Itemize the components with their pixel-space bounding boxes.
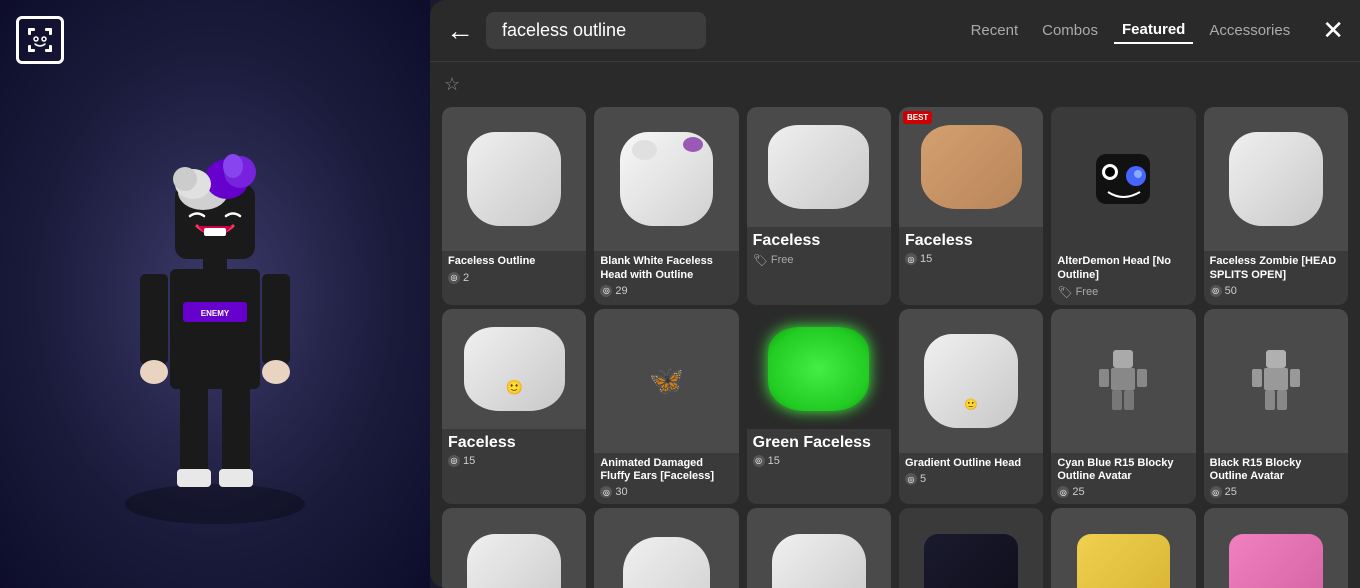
robux-icon: ◎ bbox=[753, 455, 765, 467]
robux-icon: ◎ bbox=[1210, 486, 1222, 498]
character-svg: ENEMY bbox=[85, 54, 345, 534]
item-row3-1[interactable]: 🙂 bbox=[442, 508, 586, 588]
star-button[interactable]: ☆ bbox=[442, 74, 460, 99]
item-gradient-outline[interactable]: 🙂 Gradient Outline Head ◎ 5 bbox=[899, 309, 1043, 505]
item-name: Gradient Outline Head bbox=[905, 457, 1037, 470]
item-green-faceless[interactable]: Green Faceless ◎ 15 bbox=[747, 309, 891, 505]
item-price: ◎ 25 bbox=[1057, 486, 1189, 498]
item-faceless-outline[interactable]: Faceless Outline ◎ 2 bbox=[442, 107, 586, 305]
face-scan-icon[interactable] bbox=[16, 16, 64, 64]
items-grid-row1: Faceless Outline ◎ 2 Blank White Facel bbox=[442, 107, 1348, 305]
item-row3-3[interactable]: 🙂 bbox=[747, 508, 891, 588]
item-price: ◎ 15 bbox=[905, 253, 1037, 265]
items-grid-row3: 🙂 🙂 bbox=[442, 508, 1348, 588]
items-grid-row2: 🙂 Faceless ◎ 15 🦋 bbox=[442, 309, 1348, 505]
robux-icon: ◎ bbox=[448, 455, 460, 467]
items-content: ☆ Faceless Outline ◎ 2 bbox=[430, 62, 1360, 588]
item-name: Faceless Zombie [HEAD SPLITS OPEN] bbox=[1210, 255, 1342, 281]
tab-featured[interactable]: Featured bbox=[1114, 17, 1193, 44]
character-panel: ENEMY bbox=[0, 0, 430, 588]
item-price: ◎ 25 bbox=[1210, 486, 1342, 498]
item-faceless-free[interactable]: Faceless 🏷 Free bbox=[747, 107, 891, 305]
tab-combos[interactable]: Combos bbox=[1034, 18, 1106, 43]
item-price: 🏷 Free bbox=[753, 253, 885, 267]
item-name: Faceless bbox=[448, 433, 580, 452]
search-bar[interactable]: faceless outline bbox=[486, 12, 706, 49]
robux-icon: ◎ bbox=[600, 285, 612, 297]
item-name: Cyan Blue R15 Blocky Outline Avatar bbox=[1057, 457, 1189, 483]
robux-icon: ◎ bbox=[905, 473, 917, 485]
close-button[interactable]: ✕ bbox=[1322, 15, 1344, 46]
item-black-blocky-avatar[interactable]: Black R15 Blocky Outline Avatar ◎ 25 bbox=[1204, 309, 1348, 505]
robux-icon: ◎ bbox=[1210, 285, 1222, 297]
item-faceless-015[interactable]: 🙂 Faceless ◎ 15 bbox=[442, 309, 586, 505]
robux-icon: ◎ bbox=[448, 272, 460, 284]
item-price: ◎ 5 bbox=[905, 473, 1037, 485]
marketplace-header: ← faceless outline Recent Combos Feature… bbox=[430, 0, 1360, 62]
item-price: ◎ 15 bbox=[753, 455, 885, 467]
item-fluffy-ears[interactable]: 🦋 Animated Damaged Fluffy Ears [Faceless… bbox=[594, 309, 738, 505]
item-cyan-blocky-avatar[interactable]: Cyan Blue R15 Blocky Outline Avatar ◎ 25 bbox=[1051, 309, 1195, 505]
item-price: 🏷 Free bbox=[1057, 285, 1189, 299]
tag-icon: 🏷 bbox=[753, 253, 768, 267]
item-row3-6[interactable] bbox=[1204, 508, 1348, 588]
robux-icon: ◎ bbox=[1057, 486, 1069, 498]
back-button[interactable]: ← bbox=[446, 17, 474, 45]
item-name: Black R15 Blocky Outline Avatar bbox=[1210, 457, 1342, 483]
item-row3-4[interactable] bbox=[899, 508, 1043, 588]
item-name: Faceless bbox=[905, 231, 1037, 250]
character-view: ENEMY bbox=[0, 0, 430, 588]
item-price: ◎ 15 bbox=[448, 455, 580, 467]
item-blank-white-faceless[interactable]: Blank White Faceless Head with Outline ◎… bbox=[594, 107, 738, 305]
robux-icon: ◎ bbox=[600, 486, 612, 498]
best-badge: BEST bbox=[903, 111, 932, 124]
item-name: Green Faceless bbox=[753, 433, 885, 452]
item-name: Faceless Outline bbox=[448, 255, 580, 268]
robux-icon: ◎ bbox=[905, 253, 917, 265]
tab-recent[interactable]: Recent bbox=[963, 18, 1027, 43]
item-name: AlterDemon Head [No Outline] bbox=[1057, 255, 1189, 281]
item-name: Blank White Faceless Head with Outline bbox=[600, 255, 732, 281]
item-price: ◎ 50 bbox=[1210, 285, 1342, 297]
item-price: ◎ 2 bbox=[448, 272, 580, 284]
tab-accessories[interactable]: Accessories bbox=[1201, 18, 1298, 43]
item-name: Animated Damaged Fluffy Ears [Faceless] bbox=[600, 457, 732, 483]
nav-tabs: Recent Combos Featured Accessories bbox=[963, 17, 1299, 44]
item-alterdemon[interactable]: AlterDemon Head [No Outline] 🏷 Free bbox=[1051, 107, 1195, 305]
item-price: ◎ 29 bbox=[600, 285, 732, 297]
svg-text:ENEMY: ENEMY bbox=[201, 309, 230, 318]
tag-icon: 🏷 bbox=[1057, 285, 1072, 299]
marketplace-panel: ← faceless outline Recent Combos Feature… bbox=[430, 0, 1360, 588]
item-name: Faceless bbox=[753, 231, 885, 250]
item-row3-2[interactable] bbox=[594, 508, 738, 588]
item-faceless-best[interactable]: BEST Faceless ◎ 15 bbox=[899, 107, 1043, 305]
item-faceless-zombie[interactable]: Faceless Zombie [HEAD SPLITS OPEN] ◎ 50 bbox=[1204, 107, 1348, 305]
item-row3-5[interactable] bbox=[1051, 508, 1195, 588]
item-price: ◎ 30 bbox=[600, 486, 732, 498]
